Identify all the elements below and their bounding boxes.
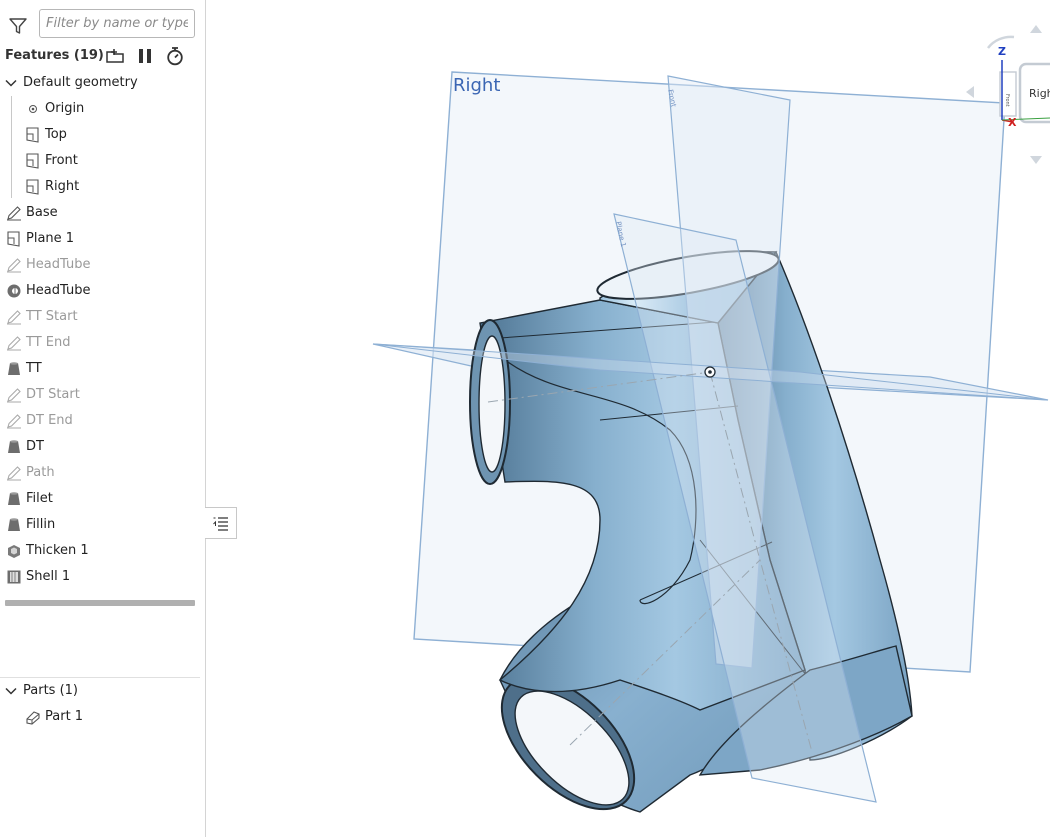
plane-icon (26, 153, 39, 169)
origin-icon (29, 105, 37, 113)
sketch-icon (7, 466, 21, 481)
tree-item-label: HeadTube (26, 283, 91, 298)
tree-item-label: DT (26, 439, 44, 454)
parts-header[interactable]: Parts (1) (0, 678, 205, 704)
sketch-icon (7, 206, 21, 221)
tree-item-label: Plane 1 (26, 231, 75, 246)
chevron-down-icon[interactable] (5, 77, 17, 89)
part-item-label: Part 1 (45, 709, 84, 724)
tree-item-headtube-sketch[interactable]: HeadTube (0, 252, 205, 278)
tree-item-label: DT Start (26, 387, 80, 402)
graphics-viewport[interactable]: Right Front Plane 1 (206, 0, 1050, 837)
sketch-icon (7, 336, 21, 351)
tree-item-label: Front (45, 153, 78, 168)
filter-input[interactable] (39, 9, 195, 38)
view-cube[interactable]: Z X Right Front (960, 20, 1050, 170)
feature-list-panel: Features (19) Default geometry Origin To… (0, 0, 206, 837)
features-header: Features (19) (0, 44, 205, 68)
tree-item-default-geometry[interactable]: Default geometry (0, 70, 205, 96)
tree-item-label: Filet (26, 491, 53, 506)
plane-icon (26, 179, 39, 195)
shell-icon (7, 570, 21, 584)
tree-item-dt-end[interactable]: DT End (0, 408, 205, 434)
part-icon (26, 711, 40, 725)
tree-item-fillin[interactable]: Fillin (0, 512, 205, 538)
loft-icon (8, 440, 20, 453)
tree-item-label: Path (26, 465, 55, 480)
tree-item-plane-1[interactable]: Plane 1 (0, 226, 205, 252)
tree-item-label: HeadTube (26, 257, 91, 272)
sketch-icon (7, 388, 21, 403)
rollback-bar[interactable] (5, 600, 195, 606)
features-title: Features (19) (5, 48, 104, 63)
tree-item-label: Shell 1 (26, 569, 71, 584)
right-plane-label: Right (453, 75, 500, 96)
tree-item-path[interactable]: Path (0, 460, 205, 486)
tree-item-shell-1[interactable]: Shell 1 (0, 564, 205, 590)
tree-item-front[interactable]: Front (0, 148, 205, 174)
sketch-icon (7, 258, 21, 273)
loft-icon (8, 492, 20, 505)
arrow-up-icon[interactable] (1030, 25, 1042, 33)
sketch-icon (7, 414, 21, 429)
filter-bar (0, 8, 205, 42)
tree-item-label: TT End (26, 335, 71, 350)
tree-item-tt[interactable]: TT (0, 356, 205, 382)
tree-item-top[interactable]: Top (0, 122, 205, 148)
loft-icon (8, 518, 20, 531)
tree-item-label: Default geometry (23, 75, 138, 90)
filter-icon[interactable] (8, 16, 28, 36)
stopwatch-icon[interactable] (165, 46, 185, 66)
arrow-down-icon[interactable] (1030, 156, 1042, 164)
tree-item-label: Origin (45, 101, 85, 116)
tree-item-dt-start[interactable]: DT Start (0, 382, 205, 408)
tree-item-label: Fillin (26, 517, 56, 532)
tree-item-tt-end[interactable]: TT End (0, 330, 205, 356)
plane-icon (7, 231, 20, 247)
sketch-icon (7, 310, 21, 325)
loft-icon (8, 362, 20, 375)
tree-item-base[interactable]: Base (0, 200, 205, 226)
tree-item-filet[interactable]: Filet (0, 486, 205, 512)
chevron-down-icon[interactable] (5, 685, 17, 697)
tree-item-label: DT End (26, 413, 73, 428)
plane-icon (26, 127, 39, 143)
tree-item-label: TT Start (26, 309, 78, 324)
axis-z-label: Z (998, 45, 1006, 58)
cube-face-label: Right (1029, 87, 1050, 100)
arrow-left-icon[interactable] (966, 86, 974, 98)
tree-item-label: Top (45, 127, 67, 142)
tree-item-label: Thicken 1 (26, 543, 89, 558)
add-folder-icon[interactable] (105, 46, 125, 66)
tree-item-label: Right (45, 179, 80, 194)
cube-front-label: Front (1004, 94, 1010, 107)
model-canvas[interactable]: Right Front Plane 1 (206, 0, 1050, 837)
mate-connector-dot (708, 370, 712, 374)
pause-icon[interactable] (135, 46, 155, 66)
tree-item-tt-start[interactable]: TT Start (0, 304, 205, 330)
thicken-icon (8, 545, 20, 558)
part-item-part-1[interactable]: Part 1 (0, 704, 205, 730)
axis-x-label: X (1008, 116, 1017, 129)
revolve-icon (7, 284, 21, 298)
tree-item-right[interactable]: Right (0, 174, 205, 200)
tree-item-headtube-revolve[interactable]: HeadTube (0, 278, 205, 304)
tree-item-dt[interactable]: DT (0, 434, 205, 460)
tree-item-label: TT (26, 361, 42, 376)
tree-item-label: Base (26, 205, 58, 220)
parts-title: Parts (1) (23, 683, 78, 698)
tree-item-origin[interactable]: Origin (0, 96, 205, 122)
tree-item-thicken-1[interactable]: Thicken 1 (0, 538, 205, 564)
